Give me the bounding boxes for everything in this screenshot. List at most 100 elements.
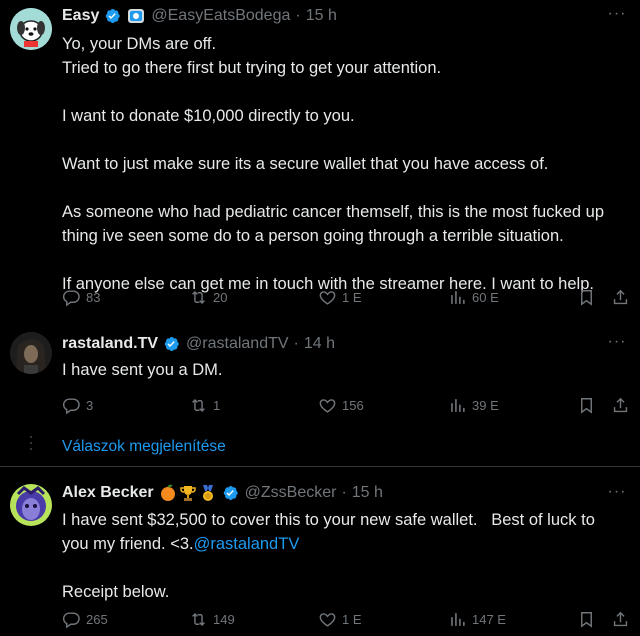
reply-count: 83 [86, 290, 101, 305]
reply-icon [62, 288, 81, 307]
tweet-line: Want to just make sure its a secure wall… [62, 155, 549, 173]
like-icon [318, 396, 337, 415]
thread-dotted-line [30, 436, 32, 454]
tweet-header: rastaland.TV @rastalandTV · 14 h [62, 335, 335, 353]
trophy-emoji-icon [179, 486, 196, 501]
verified-badge-icon [221, 484, 239, 502]
display-name[interactable]: Alex Becker [62, 484, 154, 502]
share-icon [611, 288, 630, 307]
nft-avatar-icon [10, 484, 52, 526]
views-button[interactable]: 147 E [448, 610, 506, 629]
verified-badge-icon [103, 7, 121, 25]
tweet-header: Alex Becker @ZssBecker · 15 h [62, 484, 383, 502]
bookmark-icon [577, 396, 596, 415]
mention-link[interactable]: @rastalandTV [194, 535, 300, 553]
reply-button[interactable]: 3 [62, 396, 93, 415]
views-icon [448, 396, 467, 415]
bookmark-button[interactable] [577, 610, 596, 629]
tweet-line-text: you my friend. <3. [62, 535, 194, 553]
tweet-line: I want to donate $10,000 directly to you… [62, 107, 355, 125]
reply-icon [62, 396, 81, 415]
tweet-line: Tried to go there first but trying to ge… [62, 59, 442, 77]
repost-count: 20 [213, 290, 228, 305]
views-button[interactable]: 60 E [448, 288, 499, 307]
action-bar: 265 149 1 E 147 E [62, 610, 630, 630]
repost-button[interactable]: 20 [189, 288, 227, 307]
repost-icon [189, 288, 208, 307]
dog-avatar-icon [10, 8, 52, 50]
like-icon [318, 288, 337, 307]
views-icon [448, 610, 467, 629]
share-button[interactable] [611, 288, 630, 307]
reply-button[interactable]: 83 [62, 288, 100, 307]
medal-emoji-icon [202, 485, 213, 501]
tweet-line: thing ive seen some do to a person going… [62, 227, 564, 245]
reply-count: 3 [86, 398, 94, 413]
like-button[interactable]: 1 E [318, 610, 362, 629]
share-button[interactable] [611, 610, 630, 629]
tweet-text: I have sent you a DM. [62, 358, 632, 382]
show-replies-link[interactable]: Válaszok megjelenítése [62, 438, 226, 456]
avatar[interactable] [10, 332, 52, 374]
reply-button[interactable]: 265 [62, 610, 108, 629]
handle[interactable]: @EasyEatsBodega [151, 7, 290, 25]
like-button[interactable]: 1 E [318, 288, 362, 307]
display-name[interactable]: rastaland.TV [62, 335, 158, 353]
separator: · [293, 335, 299, 352]
share-icon [611, 610, 630, 629]
like-button[interactable]: 156 [318, 396, 364, 415]
tweet-line: Receipt below. [62, 583, 170, 601]
handle[interactable]: @ZssBecker [245, 484, 337, 502]
avatar[interactable] [10, 484, 52, 526]
bookmark-button[interactable] [577, 288, 596, 307]
reply-count: 265 [86, 612, 108, 627]
action-bar: 3 1 156 39 E [62, 396, 630, 416]
timestamp[interactable]: 15 h [352, 484, 383, 502]
tweet-line: I have sent $32,500 to cover this to you… [62, 511, 595, 529]
affiliate-badge-icon [128, 9, 145, 23]
tweet-line: Yo, your DMs are off. [62, 35, 217, 53]
tweet-line: you my friend. <3.@rastalandTV [62, 532, 632, 556]
separator: · [295, 7, 301, 24]
display-name[interactable]: Easy [62, 7, 99, 25]
more-options-icon[interactable]: ··· [606, 484, 628, 506]
repost-button[interactable]: 1 [189, 396, 220, 415]
tweet-line: As someone who had pediatric cancer them… [62, 203, 605, 221]
more-options-icon[interactable]: ··· [606, 6, 628, 28]
bookmark-icon [577, 610, 596, 629]
avatar[interactable] [10, 8, 52, 50]
tweet-text: Yo, your DMs are off. Tried to go there … [62, 32, 632, 296]
bookmark-icon [577, 288, 596, 307]
verified-badge-icon [162, 335, 180, 353]
action-bar: 83 20 1 E 60 E [62, 288, 630, 308]
like-icon [318, 610, 337, 629]
repost-button[interactable]: 149 [189, 610, 235, 629]
divider [0, 466, 640, 467]
repost-icon [189, 396, 208, 415]
timestamp[interactable]: 15 h [306, 7, 337, 25]
portrait-avatar-icon [10, 332, 52, 374]
handle[interactable]: @rastalandTV [186, 335, 289, 353]
repost-icon [189, 610, 208, 629]
orange-emoji-icon [160, 484, 175, 501]
share-button[interactable] [611, 396, 630, 415]
more-options-icon[interactable]: ··· [606, 334, 628, 356]
like-count: 1 E [342, 612, 362, 627]
view-count: 39 E [472, 398, 499, 413]
tweet-line: I have sent you a DM. [62, 361, 223, 379]
tweet-header: Easy @EasyEatsBodega · 15 h [62, 7, 337, 25]
like-count: 156 [342, 398, 364, 413]
share-icon [611, 396, 630, 415]
tweet-text: I have sent $32,500 to cover this to you… [62, 508, 632, 604]
views-icon [448, 288, 467, 307]
bookmark-button[interactable] [577, 396, 596, 415]
repost-count: 1 [213, 398, 221, 413]
separator: · [341, 484, 347, 501]
view-count: 60 E [472, 290, 499, 305]
like-count: 1 E [342, 290, 362, 305]
views-button[interactable]: 39 E [448, 396, 499, 415]
timestamp[interactable]: 14 h [304, 335, 335, 353]
repost-count: 149 [213, 612, 235, 627]
reply-icon [62, 610, 81, 629]
view-count: 147 E [472, 612, 506, 627]
